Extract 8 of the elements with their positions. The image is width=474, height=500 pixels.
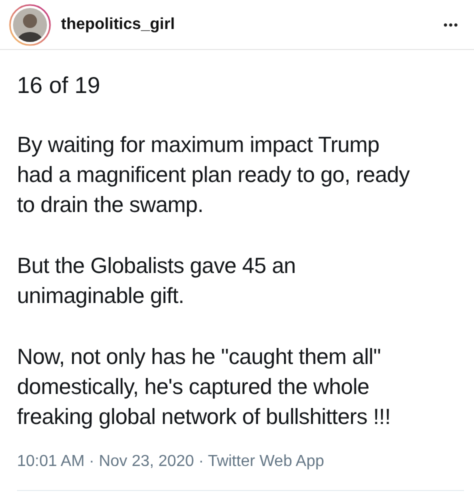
tweet-paragraph: By waiting for maximum impact Trump had a magnificent plan ready to go, ready to drain the swamp. — [17, 131, 411, 219]
username[interactable]: thepolitics_girl — [61, 12, 175, 36]
more-options-button[interactable]: ••• — [443, 16, 459, 34]
tweet-paragraph: But the Globalists gave 45 an unimaginable gift. — [17, 252, 297, 310]
avatar[interactable] — [9, 4, 51, 46]
tweet-paragraph: Now, not only has he "caught them all" domestically, he's captured the whole freaking global network of bullshitters !!! — [17, 343, 392, 431]
thread-position: 16 of 19 — [17, 71, 102, 100]
timestamp: 10:01 AM · Nov 23, 2020 · Twitter Web App — [17, 452, 326, 472]
